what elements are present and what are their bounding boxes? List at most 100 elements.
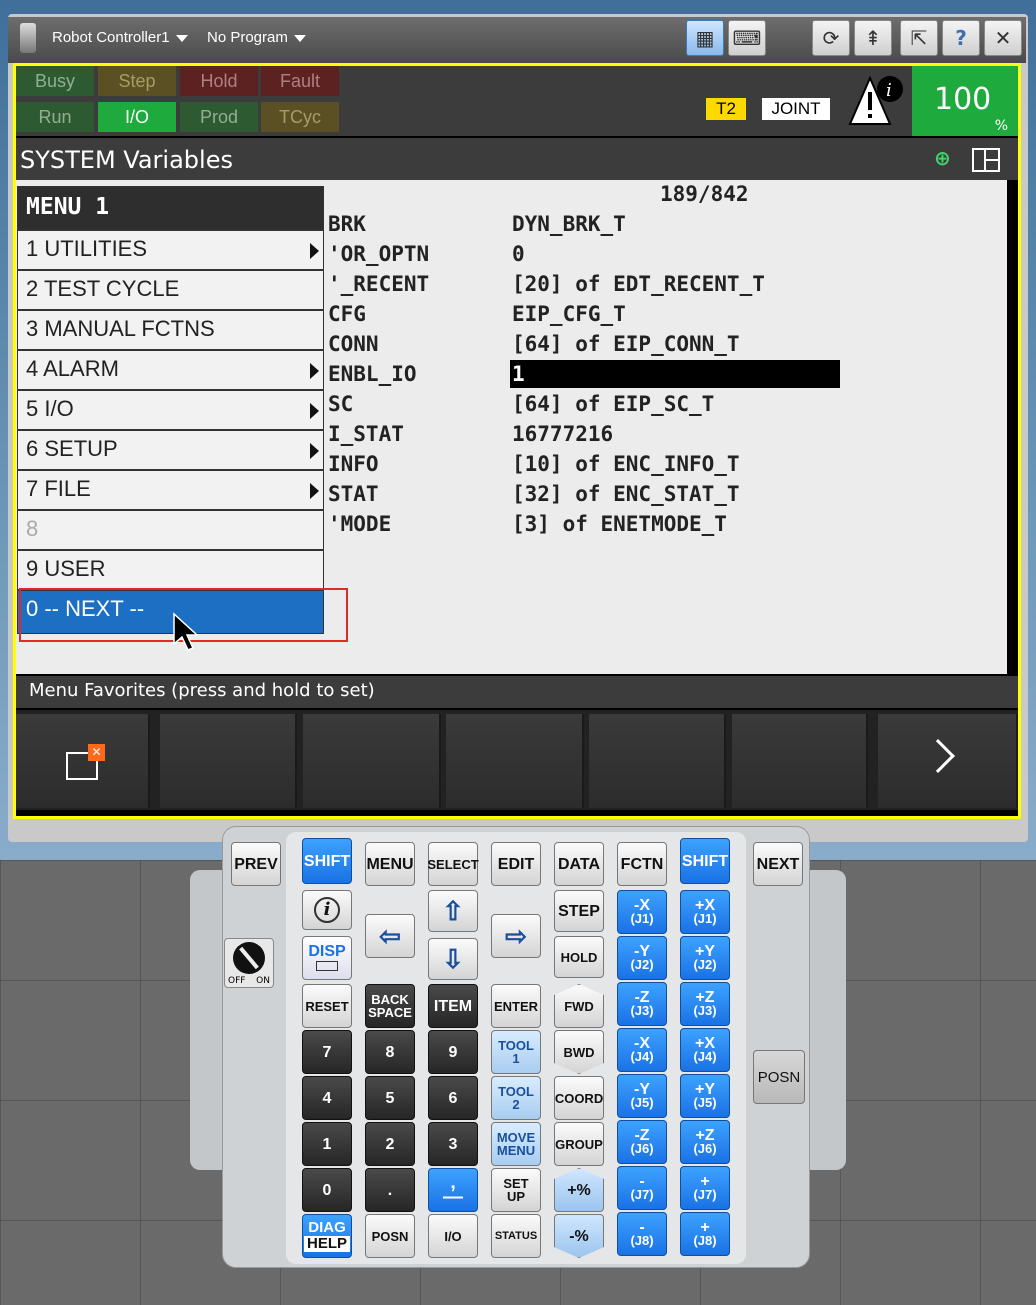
enter-key[interactable]: ENTER — [491, 984, 541, 1028]
backspace-key[interactable]: BACK SPACE — [365, 984, 415, 1028]
fkey-5[interactable] — [589, 714, 726, 808]
controller-dropdown[interactable]: Robot Controller1 — [52, 29, 188, 46]
jog-plus-z-j3-key[interactable]: +Z (J3) — [680, 982, 730, 1026]
disp-key[interactable]: DISP — [302, 936, 352, 980]
digit-0-key[interactable]: 0 — [302, 1168, 352, 1212]
select-key[interactable]: SELECT — [427, 842, 479, 886]
digit-8-key[interactable]: 8 — [365, 1030, 415, 1074]
split-view-icon[interactable] — [972, 148, 1000, 172]
program-dropdown[interactable]: No Program — [207, 29, 306, 46]
status-key[interactable]: STATUS — [491, 1214, 541, 1258]
var-name[interactable]: SC — [328, 392, 353, 416]
jog-plus-x-j4-key[interactable]: +X (J4) — [680, 1028, 730, 1072]
jog-plus-y-j5-key[interactable]: +Y (J5) — [680, 1074, 730, 1118]
var-value[interactable]: [10] of ENC_INFO_T — [512, 452, 740, 476]
digit-7-key[interactable]: 7 — [302, 1030, 352, 1074]
var-value[interactable]: [64] of EIP_CONN_T — [512, 332, 740, 356]
next-key[interactable]: NEXT — [753, 842, 803, 886]
jog-minus-z-j6-key[interactable]: -Z (J6) — [617, 1120, 667, 1164]
right-arrow-key[interactable]: ⇨ — [491, 914, 541, 958]
var-name[interactable]: CFG — [328, 302, 366, 326]
keyboard-button[interactable]: ⌨ — [728, 20, 766, 56]
var-name[interactable]: CONN — [328, 332, 379, 356]
jog-minus-y-j5-key[interactable]: -Y (J5) — [617, 1074, 667, 1118]
var-value[interactable]: 16777216 — [512, 422, 613, 446]
fkey-1[interactable]: ✕ — [16, 714, 150, 808]
digit-4-key[interactable]: 4 — [302, 1076, 352, 1120]
down-arrow-key[interactable]: ⇩ — [428, 938, 478, 980]
var-value[interactable]: [20] of EDT_RECENT_T — [512, 272, 765, 296]
data-key[interactable]: DATA — [554, 842, 604, 886]
zoom-icon[interactable]: ⊕ — [934, 146, 951, 170]
var-value[interactable]: [64] of EIP_SC_T — [512, 392, 714, 416]
left-arrow-key[interactable]: ⇦ — [365, 914, 415, 958]
digit-2-key[interactable]: 2 — [365, 1122, 415, 1166]
jog-minus-y-j2-key[interactable]: -Y (J2) — [617, 936, 667, 980]
shift-left-key[interactable]: SHIFT — [302, 838, 352, 884]
item-key[interactable]: ITEM — [428, 984, 478, 1028]
edit-key[interactable]: EDIT — [491, 842, 541, 886]
up-arrow-key[interactable]: ⇧ — [428, 890, 478, 932]
tool1-key[interactable]: TOOL 1 — [491, 1030, 541, 1074]
info-key[interactable]: i — [302, 890, 352, 930]
var-name[interactable]: BRK — [328, 212, 366, 236]
digit-6-key[interactable]: 6 — [428, 1076, 478, 1120]
jog-minus-z-j3-key[interactable]: -Z (J3) — [617, 982, 667, 1026]
menu-item-user[interactable]: 9 USER — [18, 549, 323, 589]
menu-item-file[interactable]: 7 FILE — [18, 469, 323, 509]
menu-key[interactable]: MENU — [365, 842, 415, 886]
group-key[interactable]: GROUP — [554, 1122, 604, 1166]
fkey-next[interactable] — [878, 714, 1018, 808]
comma-minus-key[interactable]: ‚ — — [428, 1168, 478, 1212]
var-name[interactable]: 'MODE — [328, 512, 391, 536]
hold-key[interactable]: HOLD — [554, 936, 604, 978]
var-name[interactable]: INFO — [328, 452, 379, 476]
var-value[interactable]: 0 — [512, 242, 525, 266]
var-value[interactable]: [32] of ENC_STAT_T — [512, 482, 740, 506]
move-menu-key[interactable]: MOVE MENU — [491, 1122, 541, 1166]
jog-plus-y-j2-key[interactable]: +Y (J2) — [680, 936, 730, 980]
var-name[interactable]: ENBL_IO — [328, 362, 417, 386]
side-posn-key[interactable]: POSN — [753, 1050, 805, 1104]
var-name[interactable]: I_STAT — [328, 422, 404, 446]
var-name[interactable]: STAT — [328, 482, 379, 506]
fkey-6[interactable] — [732, 714, 868, 808]
close-button[interactable]: ✕ — [984, 20, 1022, 56]
fkey-2[interactable] — [160, 714, 297, 808]
popout-button[interactable]: ⇱ — [900, 20, 938, 56]
io-key[interactable]: I/O — [428, 1214, 478, 1258]
jog-plus-j7-key[interactable]: + (J7) — [680, 1166, 730, 1210]
override-indicator[interactable]: 100 % — [912, 66, 1018, 136]
shift-right-key[interactable]: SHIFT — [680, 838, 730, 884]
var-value-selected[interactable]: 1 — [512, 362, 525, 386]
jog-minus-j8-key[interactable]: - (J8) — [617, 1212, 667, 1256]
digit-3-key[interactable]: 3 — [428, 1122, 478, 1166]
diag-help-key[interactable]: DIAG HELP — [302, 1214, 352, 1258]
menu-item-utilities[interactable]: 1 UTILITIES — [18, 229, 323, 269]
jog-plus-j8-key[interactable]: + (J8) — [680, 1212, 730, 1256]
prev-key[interactable]: PREV — [231, 842, 281, 886]
step-key[interactable]: STEP — [554, 890, 604, 932]
var-value[interactable]: EIP_CFG_T — [512, 302, 626, 326]
coord-key[interactable]: COORD — [554, 1076, 604, 1120]
digit-5-key[interactable]: 5 — [365, 1076, 415, 1120]
enable-switch[interactable]: OFF ON — [224, 938, 274, 988]
menu-item-manual-fctns[interactable]: 3 MANUAL FCTNS — [18, 309, 323, 349]
reset-view-button[interactable]: ⟳ — [812, 20, 850, 56]
scroll-top-button[interactable]: ⇞ — [854, 20, 892, 56]
jog-minus-j7-key[interactable]: - (J7) — [617, 1166, 667, 1210]
tool2-key[interactable]: TOOL 2 — [491, 1076, 541, 1120]
jog-minus-x-j1-key[interactable]: -X (J1) — [617, 890, 667, 934]
var-name[interactable]: 'OR_OPTN — [328, 242, 429, 266]
setup-key[interactable]: SET UP — [491, 1168, 541, 1212]
decimal-key[interactable]: . — [365, 1168, 415, 1212]
var-value[interactable]: [3] of ENETMODE_T — [512, 512, 727, 536]
jog-plus-x-j1-key[interactable]: +X (J1) — [680, 890, 730, 934]
fkey-3[interactable] — [303, 714, 441, 808]
fkey-4[interactable] — [446, 714, 584, 808]
help-button[interactable]: ? — [942, 20, 980, 56]
pendant-view-button[interactable]: ▦ — [686, 20, 724, 56]
jog-minus-x-j4-key[interactable]: -X (J4) — [617, 1028, 667, 1072]
menu-item-io[interactable]: 5 I/O — [18, 389, 323, 429]
posn-key[interactable]: POSN — [365, 1214, 415, 1258]
